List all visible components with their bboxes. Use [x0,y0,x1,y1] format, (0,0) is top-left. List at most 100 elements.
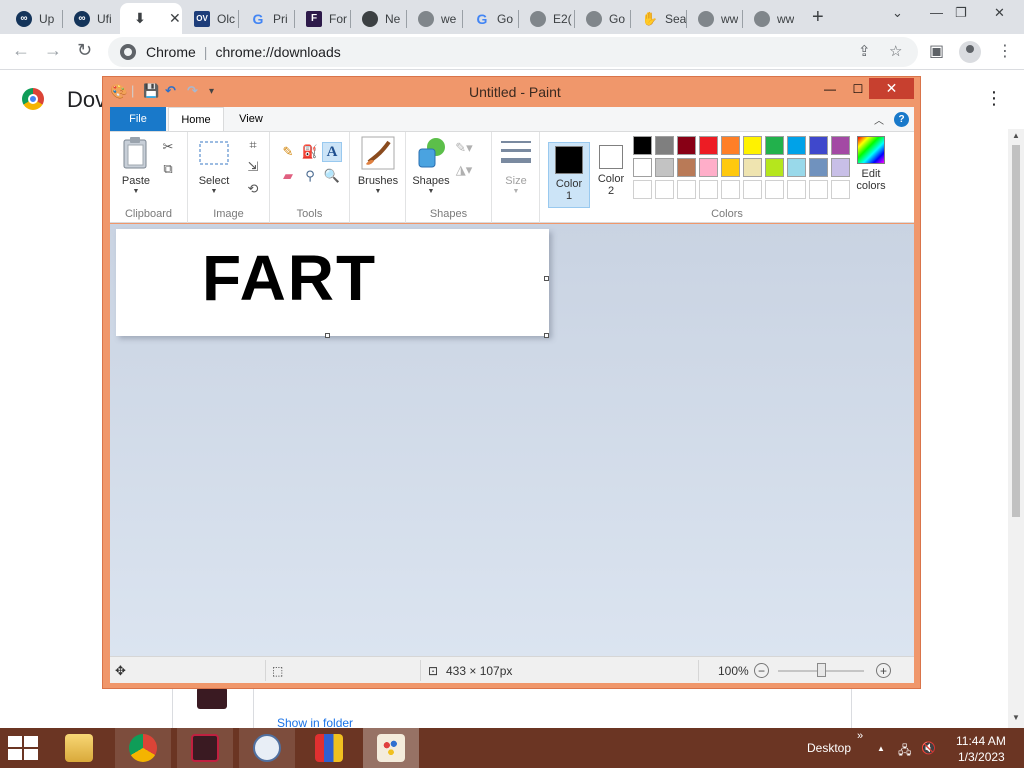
size-button[interactable]: Size ▼ [496,136,536,196]
fill-icon[interactable]: ⛽ [300,142,320,162]
profile-avatar-icon[interactable] [959,41,981,63]
tab-for[interactable]: F For [294,3,350,34]
tab-ww-2[interactable]: ww [742,3,798,34]
tab-e2[interactable]: E2( [518,3,574,34]
color-2-selector[interactable]: Color 2 [590,142,632,208]
tab-olc[interactable]: OV Olc [182,3,236,34]
palette-color[interactable] [655,158,674,177]
drawing-canvas[interactable]: FART [116,229,549,336]
tab-ne[interactable]: Ne [350,3,406,34]
palette-color[interactable] [699,136,718,155]
resize-handle-corner[interactable] [544,333,549,338]
palette-custom-slot[interactable] [655,180,674,199]
more-options-icon[interactable]: ⋮ [985,88,1003,109]
color-1-selector[interactable]: Color 1 [548,142,590,208]
collapse-ribbon-icon[interactable]: ︿ [874,112,884,127]
palette-color[interactable] [787,136,806,155]
restore-icon[interactable]: ❐ [955,5,967,21]
close-button[interactable]: ✕ [869,78,914,99]
palette-custom-slot[interactable] [699,180,718,199]
palette-custom-slot[interactable] [809,180,828,199]
palette-custom-slot[interactable] [743,180,762,199]
palette-color[interactable] [633,158,652,177]
save-icon[interactable]: 💾 [143,83,159,99]
palette-color[interactable] [765,158,784,177]
tab-we[interactable]: we [406,3,462,34]
pencil-icon[interactable]: ✎ [278,142,298,162]
palette-custom-slot[interactable] [677,180,696,199]
palette-color[interactable] [677,136,696,155]
taskbar-app-5[interactable] [301,728,357,768]
palette-color[interactable] [721,158,740,177]
palette-color[interactable] [699,158,718,177]
resize-handle-right[interactable] [544,276,549,281]
brushes-button[interactable]: Brushes ▼ [356,136,400,196]
tab-upwork-2[interactable]: ∞ Ufi [62,3,118,34]
tab-ww-1[interactable]: ww [686,3,742,34]
text-tool-icon[interactable]: A [322,142,342,162]
taskbar-file-explorer[interactable] [51,728,107,768]
cut-icon[interactable]: ✂ [158,137,178,157]
taskbar-app-3[interactable] [177,728,233,768]
tab-upwork-1[interactable]: ∞ Up [4,3,58,34]
tab-pri[interactable]: G Pri [238,3,294,34]
palette-custom-slot[interactable] [831,180,850,199]
toolbar-chevron-icon[interactable]: » [857,730,863,742]
palette-color[interactable] [809,136,828,155]
page-scrollbar[interactable]: ▲ ▼ [1008,129,1024,728]
tab-go-1[interactable]: G Go [462,3,518,34]
magnifier-icon[interactable]: 🔍 [322,166,342,186]
crop-icon[interactable]: ⌗ [243,135,263,155]
palette-color[interactable] [677,158,696,177]
color-picker-icon[interactable]: ⚲ [300,166,320,186]
palette-color[interactable] [655,136,674,155]
palette-color[interactable] [787,158,806,177]
share-icon[interactable]: ⇪ [858,42,871,60]
palette-color[interactable] [809,158,828,177]
select-button[interactable]: Select ▼ [194,136,234,196]
fill-shape-icon[interactable]: ◮▾ [454,160,474,180]
palette-custom-slot[interactable] [633,180,652,199]
taskbar-paint[interactable] [363,728,419,768]
palette-color[interactable] [831,136,850,155]
taskbar-chrome[interactable] [115,728,171,768]
volume-muted-icon[interactable]: 🔇 [921,741,936,755]
palette-custom-slot[interactable] [721,180,740,199]
outline-icon[interactable]: ✎▾ [454,138,474,158]
palette-color[interactable] [633,136,652,155]
shapes-button[interactable]: Shapes ▼ [410,136,452,196]
palette-custom-slot[interactable] [765,180,784,199]
desktop-toolbar-label[interactable]: Desktop [807,741,851,755]
bookmark-star-icon[interactable]: ☆ [889,42,902,60]
minimize-button[interactable]: — [816,78,844,99]
palette-color[interactable] [721,136,740,155]
scroll-up-icon[interactable]: ▲ [1012,131,1020,140]
tab-file[interactable]: File [110,107,166,131]
resize-handle-bottom[interactable] [325,333,330,338]
tab-go-2[interactable]: Go [574,3,630,34]
palette-custom-slot[interactable] [787,180,806,199]
taskbar-app-4[interactable] [239,728,295,768]
palette-color[interactable] [743,158,762,177]
paint-app-icon[interactable]: 🎨 [110,83,127,100]
palette-color[interactable] [831,158,850,177]
forward-arrow-icon[interactable]: → [44,40,62,61]
customize-qat-icon[interactable]: ▾ [209,86,214,97]
clock-date[interactable]: 1/3/2023 [958,750,1005,764]
paste-button[interactable]: Paste ▼ [117,136,155,196]
address-bar[interactable]: Chrome | chrome://downloads [108,37,918,67]
network-icon[interactable]: 🖧 [898,741,911,762]
chrome-menu-icon[interactable]: ⋮ [997,41,1013,61]
minimize-icon[interactable]: — [930,5,943,20]
help-icon[interactable]: ? [894,112,909,127]
side-panel-icon[interactable]: ▣ [929,41,944,61]
scroll-down-icon[interactable]: ▼ [1012,713,1020,722]
rotate-icon[interactable]: ⟲ [243,179,263,199]
close-window-icon[interactable]: ✕ [994,5,1005,21]
maximize-button[interactable]: ☐ [844,78,872,99]
scrollbar-thumb[interactable] [1012,145,1020,517]
redo-icon[interactable]: ↷ [187,83,198,99]
tab-search-icon[interactable]: ⌄ [892,5,903,21]
zoom-out-icon[interactable]: − [754,663,769,678]
copy-icon[interactable]: ⧉ [158,159,178,179]
